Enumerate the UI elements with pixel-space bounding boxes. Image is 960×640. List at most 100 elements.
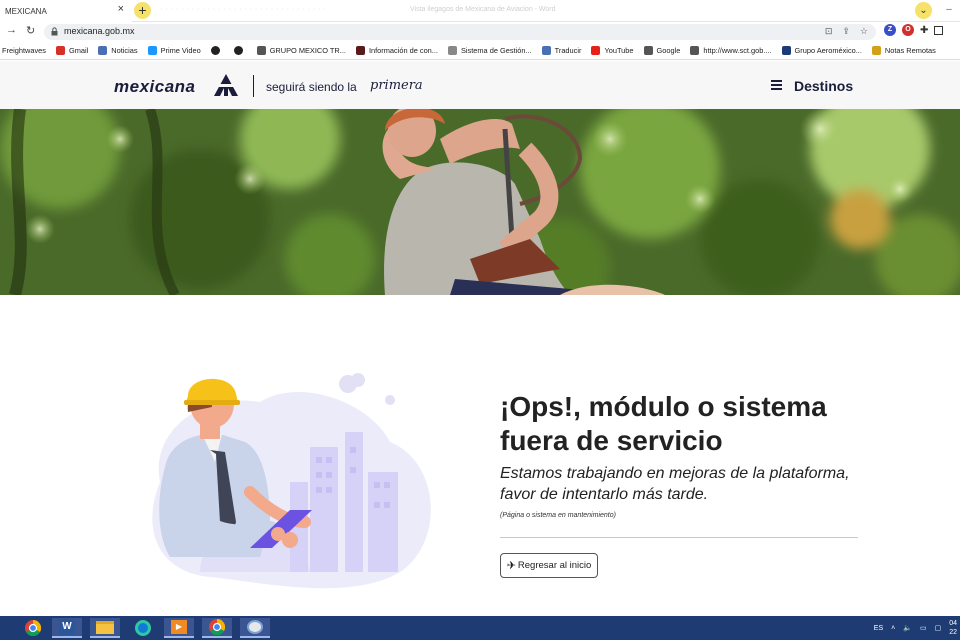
bookmark-item[interactable]: Notas Remotas <box>871 46 936 55</box>
bookmark-item[interactable]: GRUPO MEXICO TR... <box>256 46 346 55</box>
taskbar-chrome-icon[interactable] <box>18 618 48 638</box>
bookmark-label: Grupo Aeroméxico... <box>794 46 862 55</box>
google-g-icon <box>690 46 700 55</box>
bookmark-label: Prime Video <box>160 46 201 55</box>
network-icon[interactable]: ▭ <box>920 624 927 632</box>
info-site-icon <box>355 46 365 55</box>
content-divider <box>500 537 858 538</box>
share-icon[interactable]: ⇪ <box>842 26 850 37</box>
extensions-area: Z O ✚ <box>884 24 944 36</box>
bookmark-item[interactable]: Traducir <box>541 46 582 55</box>
translate-page-icon[interactable]: ⊡ <box>825 26 833 37</box>
browser-tab-active[interactable]: MEXICANA × <box>0 0 132 22</box>
bookmark-item[interactable]: YouTube <box>591 46 634 55</box>
logo-separator <box>253 75 254 97</box>
taskbar-paint-icon[interactable] <box>240 618 270 638</box>
tab-title: MEXICANA <box>5 6 47 16</box>
notifications-icon[interactable]: ▢ <box>935 624 942 632</box>
clock-time: 04 <box>949 620 957 627</box>
bookmark-item[interactable]: Prime Video <box>147 46 201 55</box>
extension-opera-icon[interactable]: O <box>902 24 914 36</box>
globe-icon <box>233 46 243 55</box>
bookmark-item[interactable]: http://www.sct.gob.... <box>690 46 772 55</box>
news-icon <box>98 46 108 55</box>
youtube-icon <box>591 46 601 55</box>
taskbar-edge-icon[interactable] <box>128 618 158 638</box>
mexicana-logo-icon[interactable] <box>213 73 239 97</box>
back-to-home-button[interactable]: ✈ Regresar al inicio <box>500 553 598 578</box>
bookmarks-bar: Freightwaves Gmail Noticias Prime Video GRUP… <box>0 42 960 60</box>
gmail-icon <box>55 46 65 55</box>
bookmark-label: YouTube <box>604 46 634 55</box>
address-bar[interactable]: mexicana.gob.mx ⊡ ⇪ ☆ <box>44 24 876 40</box>
puzzle-extensions-icon[interactable]: ✚ <box>920 25 928 36</box>
tagline-script: primera <box>370 78 423 93</box>
maintenance-note: (Página o sistema en mantenimiento) <box>500 512 616 519</box>
bookmark-label: GRUPO MEXICO TR... <box>269 46 346 55</box>
clock-date: 22 <box>949 629 957 636</box>
bookmark-item[interactable]: Información de con... <box>355 46 438 55</box>
clock[interactable]: 04 22 <box>949 619 957 637</box>
airplane-icon: ✈ <box>506 560 516 572</box>
bookmark-star-icon[interactable]: ☆ <box>860 26 868 37</box>
inactive-tabs-faded: · · · · · · · · · · · · · · · · · · · · … <box>160 6 327 13</box>
lock-icon <box>51 27 58 36</box>
bookmark-item[interactable]: Noticias <box>98 46 138 55</box>
bookmark-item[interactable] <box>233 46 247 55</box>
bookmark-label: http://www.sct.gob.... <box>703 46 772 55</box>
window-title: Vista ilegagos de Mexicana de Aviacion -… <box>410 6 556 13</box>
bookmark-item[interactable]: Sistema de Gestión... <box>447 46 532 55</box>
error-description: Estamos trabajando en mejoras de la plat… <box>500 465 850 503</box>
bookmark-item[interactable]: Freightwaves <box>2 46 46 55</box>
mexicana-logo-wordmark[interactable]: mexicana <box>114 77 196 97</box>
google-g-icon <box>256 46 266 55</box>
url-text: mexicana.gob.mx <box>64 26 135 36</box>
window-minimize-icon[interactable]: – <box>942 0 956 20</box>
globe-icon <box>210 46 220 55</box>
hamburger-menu-icon[interactable] <box>771 80 782 90</box>
side-panel-icon[interactable] <box>934 25 944 35</box>
bookmark-item[interactable]: Grupo Aeroméxico... <box>781 46 862 55</box>
hero-banner-image <box>0 109 960 295</box>
site-header: mexicana seguirá siendo la primera Desti… <box>0 61 960 109</box>
prime-video-icon <box>147 46 157 55</box>
system-icon <box>447 46 457 55</box>
bookmark-item[interactable]: Gmail <box>55 46 89 55</box>
taskbar-media-player-icon[interactable]: ▶ <box>164 618 194 638</box>
tab-search-button[interactable]: ⌄ <box>915 2 932 19</box>
windows-taskbar: W ▶ ES ˄ 🔈 ▭ ▢ 04 22 <box>0 616 960 640</box>
taskbar-chrome-open-icon[interactable] <box>202 618 232 638</box>
destinos-nav-link[interactable]: Destinos <box>794 78 853 94</box>
bookmark-label: Notas Remotas <box>884 46 936 55</box>
bookmark-item[interactable]: Google <box>643 46 681 55</box>
bookmark-label: Traducir <box>554 46 582 55</box>
back-arrow-icon[interactable]: → <box>6 24 17 36</box>
bookmark-label: Información de con... <box>368 46 438 55</box>
bookmark-label: Google <box>656 46 681 55</box>
construction-worker-illustration <box>152 373 431 589</box>
error-headline: ¡Ops!, módulo o sistema fuera de servici… <box>500 391 827 456</box>
google-g-icon <box>643 46 653 55</box>
reload-icon[interactable]: ↻ <box>26 24 35 37</box>
volume-icon[interactable]: 🔈 <box>903 624 912 632</box>
bookmark-item[interactable] <box>210 46 224 55</box>
new-tab-button[interactable]: + <box>134 2 151 19</box>
taskbar-word-icon[interactable]: W <box>52 618 82 638</box>
tab-close-icon[interactable]: × <box>118 3 124 15</box>
bookmark-label: Gmail <box>68 46 89 55</box>
translate-icon <box>541 46 551 55</box>
bookmark-label: Sistema de Gestión... <box>460 46 532 55</box>
browser-toolbar: → ↻ mexicana.gob.mx ⊡ ⇪ ☆ <box>0 22 960 42</box>
back-to-home-label: Regresar al inicio <box>517 560 592 571</box>
browser-tabstrip: MEXICANA × + · · · · · · · · · · · · · ·… <box>0 0 960 22</box>
extension-z-icon[interactable]: Z <box>884 24 896 36</box>
notes-icon <box>871 46 881 55</box>
aeromexico-icon <box>781 46 791 55</box>
tagline: seguirá siendo la <box>266 80 357 94</box>
tray-chevron-icon[interactable]: ˄ <box>891 625 895 632</box>
zipline-photo <box>0 109 960 295</box>
bookmark-label: Freightwaves <box>2 46 46 55</box>
taskbar-file-explorer-icon[interactable] <box>90 618 120 638</box>
language-indicator[interactable]: ES <box>874 625 883 632</box>
bookmark-label: Noticias <box>111 46 138 55</box>
